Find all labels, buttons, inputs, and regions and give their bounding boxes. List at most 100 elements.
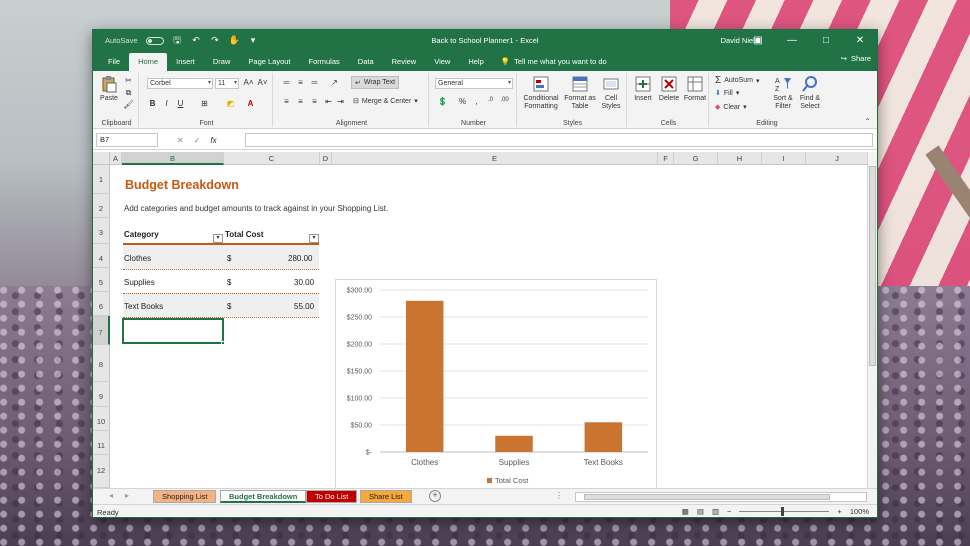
tell-me-box[interactable]: 💡 Tell me what you want to do <box>501 53 607 71</box>
filter-dropdown-icon[interactable]: ▾ <box>309 234 319 243</box>
wrap-text-button[interactable]: ↵ Wrap Text <box>351 76 400 89</box>
merge-center-button[interactable]: ⊟ Merge & Center ▾ <box>353 97 418 106</box>
column-header-h[interactable]: H <box>718 152 762 165</box>
column-header-c[interactable]: C <box>224 152 320 165</box>
align-bottom-icon[interactable]: ═ <box>309 78 320 87</box>
scroll-sheets-right-icon[interactable]: ▸ <box>125 491 129 500</box>
decrease-font-icon[interactable]: A˅ <box>257 78 268 87</box>
increase-indent-icon[interactable]: ⇥ <box>335 97 346 106</box>
cell-styles-button[interactable]: Cell Styles <box>597 75 625 111</box>
normal-view-icon[interactable]: ▦ <box>682 507 689 516</box>
row-header-10[interactable]: 10 <box>93 407 110 431</box>
align-middle-icon[interactable]: ≡ <box>295 78 306 87</box>
page-layout-view-icon[interactable]: ▤ <box>697 507 704 516</box>
close-button[interactable]: ✕ <box>843 30 877 51</box>
accounting-format-icon[interactable]: 💲 <box>437 97 448 106</box>
row-header-12[interactable]: 12 <box>93 455 110 488</box>
decrease-indent-icon[interactable]: ⇤ <box>323 97 334 106</box>
name-box[interactable]: B7 <box>96 133 158 147</box>
column-header-a[interactable]: A <box>110 152 122 165</box>
row-header-8[interactable]: 8 <box>93 345 110 382</box>
horizontal-scroll-thumb[interactable] <box>584 494 830 500</box>
confirm-entry-icon[interactable]: ✓ <box>194 136 201 145</box>
column-header-b[interactable]: B <box>122 152 224 165</box>
ribbon-display-options-button[interactable]: ▣ <box>741 30 775 51</box>
column-header-i[interactable]: I <box>762 152 806 165</box>
add-sheet-icon[interactable]: + <box>429 490 441 502</box>
tab-draw[interactable]: Draw <box>204 53 240 71</box>
table-header-category[interactable]: Category <box>124 230 159 239</box>
save-icon[interactable]: 🖫 <box>172 33 183 49</box>
sheet-tab-to-do-list[interactable]: To Do List <box>306 490 358 503</box>
cut-icon[interactable]: ✂ <box>123 76 134 85</box>
decrease-decimal-icon[interactable]: .00 <box>499 97 510 103</box>
cancel-entry-icon[interactable]: ✕ <box>177 136 184 145</box>
fill-button[interactable]: ⬇ Fill ▾ <box>715 89 739 98</box>
row-header-7[interactable]: 7 <box>93 316 110 345</box>
sort-filter-button[interactable]: AZ Sort & Filter <box>771 75 795 111</box>
maximize-button[interactable]: □ <box>809 30 843 51</box>
align-left-icon[interactable]: ≡ <box>281 97 292 106</box>
customize-qat-icon[interactable]: ▾ <box>248 35 259 46</box>
copy-icon[interactable]: ⧉ <box>123 88 134 98</box>
increase-decimal-icon[interactable]: .0 <box>485 97 496 103</box>
number-format-select[interactable]: General ▾ <box>435 78 513 89</box>
filter-dropdown-icon[interactable]: ▾ <box>213 234 223 243</box>
sheet-tab-share-list[interactable]: Share List <box>360 490 412 503</box>
vertical-scroll-thumb[interactable] <box>869 166 876 366</box>
comma-style-icon[interactable]: , <box>471 97 482 106</box>
tab-page-layout[interactable]: Page Layout <box>239 53 299 71</box>
italic-icon[interactable]: I <box>161 99 172 108</box>
fill-handle[interactable] <box>221 341 225 345</box>
row-header-4[interactable]: 4 <box>93 244 110 268</box>
column-header-g[interactable]: G <box>674 152 718 165</box>
autosave-toggle[interactable] <box>145 36 164 45</box>
tab-file[interactable]: File <box>99 53 129 71</box>
table-row-category[interactable]: Clothes <box>124 254 151 263</box>
touch-mode-icon[interactable]: ✋ <box>229 35 240 46</box>
fill-color-icon[interactable]: ◩ <box>225 99 236 108</box>
row-header-2[interactable]: 2 <box>93 194 110 218</box>
align-center-icon[interactable]: ≡ <box>295 97 306 106</box>
format-cells-button[interactable]: Format <box>683 75 707 103</box>
clear-button[interactable]: ◆ Clear ▾ <box>715 103 747 112</box>
increase-font-icon[interactable]: A˄ <box>243 78 254 87</box>
zoom-level[interactable]: 100% <box>850 507 869 516</box>
share-button[interactable]: ↪ Share <box>841 54 871 63</box>
row-header-9[interactable]: 9 <box>93 382 110 407</box>
conditional-formatting-button[interactable]: Conditional Formatting <box>521 75 561 111</box>
formula-input[interactable] <box>245 133 873 147</box>
autosum-button[interactable]: Σ AutoSum ▾ <box>715 75 760 86</box>
table-row-amount[interactable]: 30.00 <box>294 278 314 287</box>
table-header-total[interactable]: Total Cost <box>225 230 264 239</box>
undo-icon[interactable]: ↶ <box>191 35 202 46</box>
column-header-f[interactable]: F <box>658 152 674 165</box>
align-right-icon[interactable]: ≡ <box>309 97 320 106</box>
row-header-11[interactable]: 11 <box>93 431 110 455</box>
tab-view[interactable]: View <box>425 53 459 71</box>
row-header-1[interactable]: 1 <box>93 165 110 194</box>
tab-insert[interactable]: Insert <box>167 53 204 71</box>
sheet-tab-shopping-list[interactable]: Shopping List <box>153 490 217 503</box>
vertical-scrollbar[interactable] <box>867 152 877 488</box>
active-cell-b7[interactable] <box>122 318 224 344</box>
tab-split-handle-icon[interactable]: ⋮ <box>555 491 563 500</box>
collapse-ribbon-icon[interactable]: ⌃ <box>864 117 871 126</box>
table-row-category[interactable]: Supplies <box>124 278 155 287</box>
column-header-e[interactable]: E <box>332 152 658 165</box>
budget-chart[interactable]: $- $50.00 $100.00 $150.00 $200.00 $250.00 $300… <box>335 279 657 495</box>
row-header-5[interactable]: 5 <box>93 268 110 292</box>
sheet-tab-budget-breakdown[interactable]: Budget Breakdown <box>220 490 307 503</box>
tab-data[interactable]: Data <box>349 53 383 71</box>
paste-button[interactable]: Paste <box>97 75 121 103</box>
row-header-6[interactable]: 6 <box>93 292 110 316</box>
tab-help[interactable]: Help <box>459 53 492 71</box>
table-row-amount[interactable]: 280.00 <box>288 254 312 263</box>
table-row-category[interactable]: Text Books <box>124 302 163 311</box>
column-header-j[interactable]: J <box>806 152 869 165</box>
tab-review[interactable]: Review <box>383 53 426 71</box>
tab-formulas[interactable]: Formulas <box>300 53 349 71</box>
row-header-3[interactable]: 3 <box>93 218 110 244</box>
minimize-button[interactable]: — <box>775 30 809 51</box>
format-painter-icon[interactable]: 🖌 <box>123 100 134 109</box>
